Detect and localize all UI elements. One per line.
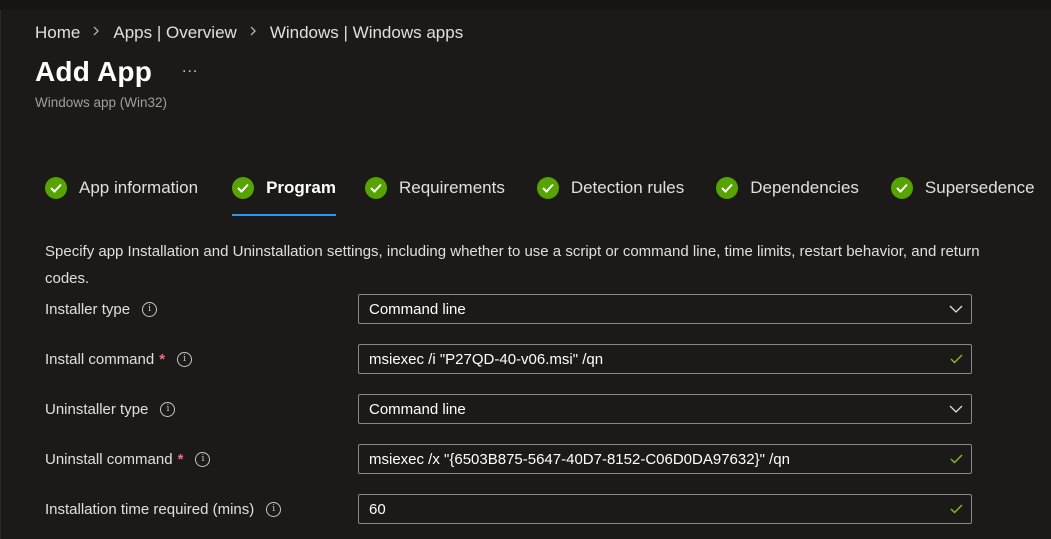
page-title: Add App (35, 56, 152, 87)
form-row-install-time: Installation time required (mins) i 60 (45, 494, 972, 524)
checkmark-circle-icon (716, 177, 739, 199)
title-row: Add App ... (35, 56, 198, 88)
chevron-right-icon (93, 26, 100, 39)
install-command-input[interactable]: msiexec /i "P27QD-40-v06.msi" /qn (358, 344, 972, 374)
breadcrumb-windows-apps[interactable]: Windows | Windows apps (270, 23, 463, 43)
install-time-value: 60 (369, 500, 386, 518)
form-row-installer-type: Installer type i Command line (45, 294, 972, 324)
field-label: Install command * i (45, 350, 193, 368)
breadcrumb: Home Apps | Overview Windows | Windows a… (35, 23, 463, 43)
checkmark-circle-icon (365, 177, 387, 199)
uninstaller-type-label: Uninstaller type (45, 400, 149, 418)
chevron-down-icon (941, 405, 971, 413)
more-options-button[interactable]: ... (182, 59, 198, 77)
checkmark-circle-icon (890, 177, 913, 199)
active-tab-indicator (232, 214, 336, 216)
chevron-right-icon (250, 26, 257, 39)
tab-dependencies[interactable]: Dependencies (716, 174, 859, 219)
page-subtitle: Windows app (Win32) (35, 95, 168, 110)
tab-label: Program (266, 178, 336, 197)
chevron-down-icon (941, 305, 971, 313)
valid-check-icon (941, 454, 971, 464)
info-icon[interactable]: i (160, 401, 176, 417)
checkmark-circle-icon (536, 177, 559, 199)
uninstall-command-label: Uninstall command (45, 450, 173, 468)
uninstaller-type-dropdown[interactable]: Command line (358, 394, 972, 424)
installer-type-value: Command line (369, 300, 466, 318)
tab-label: Dependencies (750, 178, 859, 197)
breadcrumb-apps-overview[interactable]: Apps | Overview (113, 23, 236, 43)
install-command-label: Install command (45, 350, 155, 368)
checkmark-circle-icon (45, 177, 67, 199)
valid-check-icon (941, 504, 971, 514)
field-label: Uninstall command * i (45, 450, 211, 468)
tab-app-information[interactable]: App information (45, 174, 198, 219)
tab-program[interactable]: Program (232, 174, 336, 219)
wizard-tabs: App information Program Requirements Det… (45, 174, 1035, 219)
tab-label: App information (79, 178, 199, 197)
installer-type-dropdown[interactable]: Command line (358, 294, 972, 324)
info-icon[interactable]: i (195, 451, 211, 467)
tab-label: Supersedence (924, 178, 1035, 197)
tab-label: Detection rules (570, 178, 685, 197)
tab-detection-rules[interactable]: Detection rules (536, 174, 685, 219)
required-marker: * (177, 450, 184, 468)
install-time-label: Installation time required (mins) (45, 500, 255, 518)
field-label: Installation time required (mins) i (45, 500, 282, 518)
valid-check-icon (941, 354, 971, 364)
form-row-uninstall-command: Uninstall command * i msiexec /x "{6503B… (45, 444, 972, 474)
tab-supersedence[interactable]: Supersedence (890, 174, 1035, 219)
uninstaller-type-value: Command line (369, 400, 466, 418)
tab-requirements[interactable]: Requirements (365, 174, 505, 219)
top-band (0, 0, 1051, 10)
install-time-input[interactable]: 60 (358, 494, 972, 524)
breadcrumb-home[interactable]: Home (35, 23, 80, 43)
page: Home Apps | Overview Windows | Windows a… (0, 10, 1051, 539)
tab-label: Requirements (399, 178, 505, 197)
form-row-uninstaller-type: Uninstaller type i Command line (45, 394, 972, 424)
info-icon[interactable]: i (177, 351, 193, 367)
install-command-value: msiexec /i "P27QD-40-v06.msi" /qn (369, 350, 604, 368)
required-marker: * (159, 350, 166, 368)
form-row-install-command: Install command * i msiexec /i "P27QD-40… (45, 344, 972, 374)
checkmark-circle-icon (232, 177, 255, 199)
uninstall-command-input[interactable]: msiexec /x "{6503B875-5647-40D7-8152-C06… (358, 444, 972, 474)
uninstall-command-value: msiexec /x "{6503B875-5647-40D7-8152-C06… (369, 450, 790, 468)
section-description: Specify app Installation and Uninstallat… (45, 243, 980, 287)
info-icon[interactable]: i (142, 301, 158, 317)
field-label: Installer type i (45, 300, 158, 318)
installer-type-label: Installer type (45, 300, 131, 318)
field-label: Uninstaller type i (45, 400, 176, 418)
info-icon[interactable]: i (266, 501, 282, 517)
